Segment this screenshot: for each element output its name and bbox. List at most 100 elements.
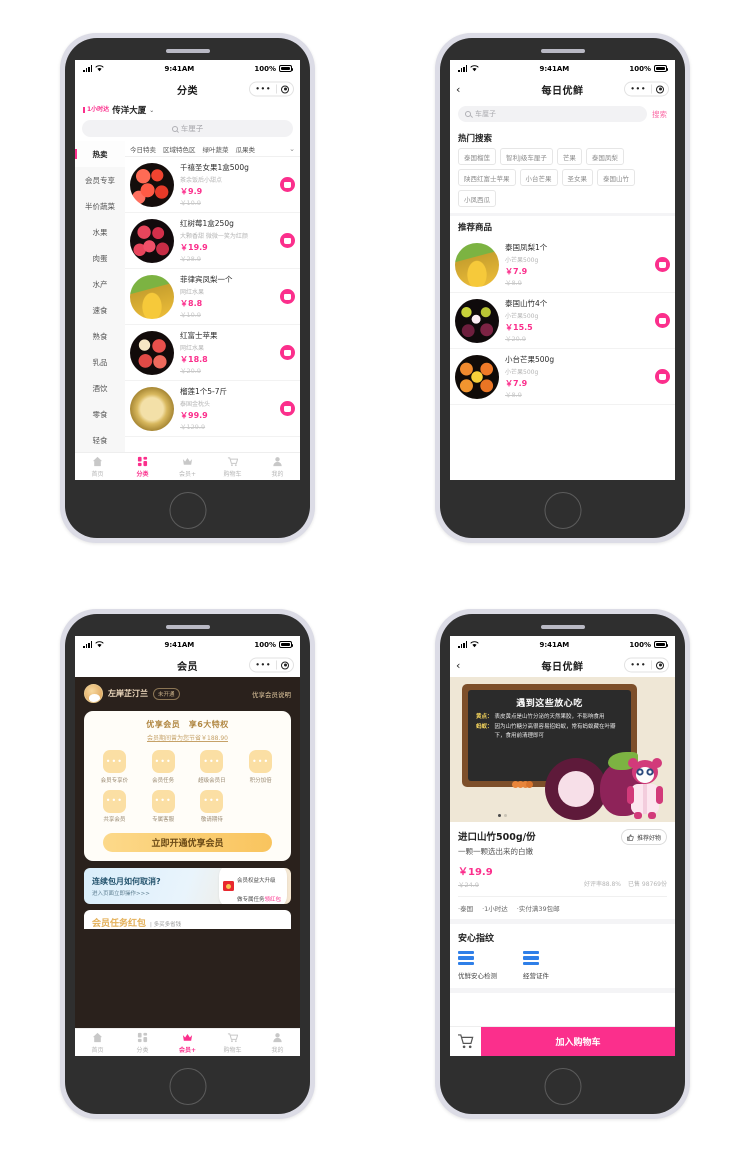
back-icon[interactable]: ‹ (456, 660, 470, 671)
product-image[interactable] (455, 242, 499, 287)
target-icon[interactable] (652, 85, 668, 93)
product-row[interactable]: 千禧圣女果1盒500g 茶余饭后小甜点 ￥9.9 ￥10.9 (125, 157, 300, 213)
hot-tag[interactable]: 泰国凤梨 (585, 148, 624, 165)
wechat-capsule[interactable]: ••• (624, 81, 669, 97)
product-row[interactable]: 红富士苹果 网红水果 ￥18.8 ￥20.9 (125, 325, 300, 381)
product-row[interactable]: 菲律宾凤梨一个 网红水果 ￥8.8 ￥10.9 (125, 269, 300, 325)
more-icon[interactable]: ••• (625, 85, 651, 93)
add-to-cart-button[interactable] (280, 233, 295, 248)
product-image[interactable] (130, 274, 174, 319)
sidebar-item-熟食[interactable]: 熟食 (75, 323, 125, 349)
certificate-item[interactable]: 经营证件 (523, 951, 549, 980)
tab-首页[interactable]: 首页 (75, 1029, 120, 1056)
filter-tab-区域特色区[interactable]: 区域特色区 (163, 144, 196, 154)
sidebar-item-乳品[interactable]: 乳品 (75, 349, 125, 375)
tab-我的[interactable]: 我的 (255, 1029, 300, 1056)
hot-tag[interactable]: 泰国榴莲 (458, 148, 496, 165)
chevron-down-icon[interactable]: ⌄ (289, 145, 295, 153)
sidebar-item-半价蔬菜[interactable]: 半价蔬菜 (75, 193, 125, 219)
sidebar-item-水产[interactable]: 水产 (75, 271, 125, 297)
sidebar-item-零食[interactable]: 零食 (75, 401, 125, 427)
product-image[interactable] (130, 218, 174, 263)
hot-tag[interactable]: 陕西红富士苹果 (458, 169, 516, 186)
tab-会员+[interactable]: 会员+ (165, 453, 210, 480)
add-to-cart-button[interactable] (655, 257, 670, 272)
privilege-item[interactable]: ••• 敬请期待 (189, 789, 236, 823)
product-row[interactable]: 泰国山竹4个 小芒果500g ￥15.5 ￥20.9 (450, 293, 675, 349)
category-sidebar[interactable]: 热卖 会员专享 半价蔬菜 水果 肉蛋 水产 速食 熟食 乳品 酒饮 零食 轻食 (75, 141, 125, 452)
hot-tag[interactable]: 小凤西瓜 (458, 190, 496, 207)
search-button[interactable]: 搜索 (652, 109, 667, 120)
hot-tag[interactable]: 芒果 (556, 148, 582, 165)
sidebar-item-速食[interactable]: 速食 (75, 297, 125, 323)
sidebar-item-酒饮[interactable]: 酒饮 (75, 375, 125, 401)
filter-tab-瓜果类[interactable]: 瓜果类 (236, 144, 256, 154)
more-icon[interactable]: ••• (250, 661, 276, 669)
add-to-cart-button[interactable] (280, 401, 295, 416)
target-icon[interactable] (277, 661, 293, 669)
banner-redpack-card[interactable]: 会员权益大升级 做专属任务领红包 (218, 868, 287, 904)
tab-分类[interactable]: 分类 (120, 1029, 165, 1056)
certificate-item[interactable]: 优鲜安心检测 (458, 951, 497, 980)
back-icon[interactable]: ‹ (456, 84, 470, 95)
product-row[interactable]: 泰国凤梨1个 小芒果500g ￥7.9 ￥8.9 (450, 237, 675, 293)
certificate-list[interactable]: 优鲜安心检测 经营证件 (458, 951, 667, 980)
add-to-cart-button[interactable] (280, 345, 295, 360)
privilege-item[interactable]: ••• 积分加倍 (237, 750, 284, 784)
add-to-cart-button[interactable] (280, 177, 295, 192)
hot-tag[interactable]: 泰国山竹 (597, 169, 635, 186)
location-bar[interactable]: 1小时达 传洋大厦 ⌄ (75, 101, 300, 118)
wechat-capsule[interactable]: ••• (249, 657, 294, 673)
privilege-item[interactable]: ••• 超级会员日 (189, 750, 236, 784)
recommend-product-list[interactable]: 泰国凤梨1个 小芒果500g ￥7.9 ￥8.9 泰国山竹4个 小芒果500g ￥15.5 ￥… (450, 237, 675, 405)
tab-分类[interactable]: 分类 (120, 453, 165, 480)
home-button[interactable] (544, 492, 581, 529)
sidebar-item-肉蛋[interactable]: 肉蛋 (75, 245, 125, 271)
product-list[interactable]: 千禧圣女果1盒500g 茶余饭后小甜点 ￥9.9 ￥10.9 红树莓1盒250g 大颗香甜… (125, 157, 300, 452)
add-to-cart-button[interactable]: 加入购物车 (481, 1027, 675, 1056)
filter-tab-今日特卖[interactable]: 今日特卖 (130, 144, 156, 154)
tab-会员+[interactable]: 会员+ (165, 1029, 210, 1056)
sidebar-item-轻食[interactable]: 轻食 (75, 427, 125, 452)
privilege-item[interactable]: ••• 会员任务 (140, 750, 187, 784)
product-row[interactable]: 榴莲1个5-7斤 泰国金枕头 ￥99.9 ￥129.9 (125, 381, 300, 437)
search-input[interactable]: 车厘子 (82, 120, 293, 137)
product-hero-image[interactable]: 遇到这些放心吃 黄点： 表皮黄点是山竹分泌的天然果胶，不影响食用 蚂蚁： 因为山竹糖分… (450, 677, 675, 822)
add-to-cart-button[interactable] (280, 289, 295, 304)
product-image[interactable] (455, 354, 499, 399)
filter-tab-绿叶蔬菜[interactable]: 绿叶蔬菜 (203, 144, 229, 154)
product-image[interactable] (130, 330, 174, 375)
sidebar-item-热卖[interactable]: 热卖 (75, 141, 125, 167)
wechat-capsule[interactable]: ••• (624, 657, 669, 673)
recommend-button[interactable]: 推荐好物 (621, 829, 667, 845)
tab-首页[interactable]: 首页 (75, 453, 120, 480)
tab-购物车[interactable]: 购物车 (210, 1029, 255, 1056)
carousel-indicator[interactable] (498, 814, 507, 817)
tab-购物车[interactable]: 购物车 (210, 453, 255, 480)
privilege-grid[interactable]: ••• 会员专享价 ••• 会员任务 ••• 超级会员日 ••• 积分加倍 ••• 共享会员 •••… (91, 750, 284, 823)
user-row[interactable]: 左岸芷汀兰 未开通 优享会员说明 (75, 677, 300, 709)
tab-bar-1[interactable]: 首页 分类 会员+ 购物车 我的 (75, 452, 300, 480)
more-icon[interactable]: ••• (250, 85, 276, 93)
tab-我的[interactable]: 我的 (255, 453, 300, 480)
sidebar-item-会员专享[interactable]: 会员专享 (75, 167, 125, 193)
product-row[interactable]: 小台芒果500g 小芒果500g ￥7.9 ￥8.9 (450, 349, 675, 405)
search-input[interactable]: 车厘子 (458, 106, 647, 122)
hot-tag[interactable]: 智利J级车厘子 (500, 148, 553, 165)
product-image[interactable] (130, 162, 174, 207)
target-icon[interactable] (652, 661, 668, 669)
add-to-cart-button[interactable] (655, 369, 670, 384)
redpack-task-header[interactable]: 会员任务红包 | 多买多省钱 (84, 910, 291, 929)
cart-icon[interactable] (457, 1034, 474, 1049)
more-icon[interactable]: ••• (625, 661, 651, 669)
chevron-down-icon[interactable]: ⌄ (149, 107, 154, 114)
hot-tag[interactable]: 小台芒果 (519, 169, 558, 186)
privilege-item[interactable]: ••• 专属客服 (140, 789, 187, 823)
product-row[interactable]: 红树莓1盒250g 大颗香甜 微微一笑为红颜 ￥19.9 ￥28.9 (125, 213, 300, 269)
tab-bar-3[interactable]: 首页 分类 会员+ 购物车 我的 (75, 1028, 300, 1056)
cancel-subscription-banner[interactable]: 连续包月如何取消? 进入页面立即操作>>> 会员权益大升级 做专属任务领红包 (84, 868, 291, 904)
privilege-item[interactable]: ••• 会员专享价 (91, 750, 138, 784)
hot-tag-list[interactable]: 泰国榴莲 智利J级车厘子 芒果 泰国凤梨陕西红富士苹果 小台芒果 圣女果 泰国山竹小凤西瓜 (450, 148, 675, 213)
hot-tag[interactable]: 圣女果 (561, 169, 593, 186)
home-button[interactable] (544, 1068, 581, 1105)
